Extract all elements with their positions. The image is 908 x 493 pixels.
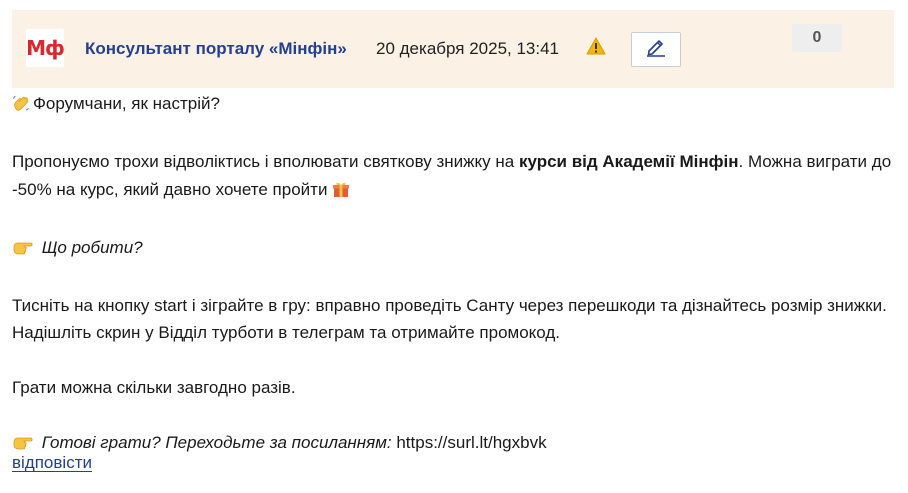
greeting-paragraph: Форумчани, як настрій?: [12, 90, 896, 121]
avatar[interactable]: Мф: [26, 29, 65, 67]
forum-post: Мф Консультант порталу «Мінфін» 20 декаб…: [0, 0, 908, 493]
waving-hand-icon: [12, 93, 30, 121]
reply-link[interactable]: відповісти: [12, 453, 92, 473]
what-to-do-paragraph: Що робити?: [12, 234, 896, 265]
greeting-text: Форумчани, як настрій?: [33, 94, 220, 113]
pencil-icon: [645, 37, 667, 62]
play-note-paragraph: Грати можна скільки завгодно разів.: [12, 378, 296, 397]
edit-button[interactable]: [631, 32, 681, 67]
offer-text-1: Пропонуємо трохи відволіктись і вполюват…: [12, 152, 519, 171]
offer-paragraph: Пропонуємо трохи відволіктись і вполюват…: [12, 148, 896, 206]
post-header: Мф Консультант порталу «Мінфін» 20 декаб…: [12, 10, 894, 88]
rating-badge[interactable]: 0: [792, 24, 842, 52]
ready-text: Готові грати? Переходьте за посиланням:: [41, 433, 392, 452]
what-to-do-text: Що робити?: [41, 237, 143, 257]
post-body: Форумчани, як настрій? Пропонуємо трохи …: [12, 90, 896, 460]
post-date: 20 декабря 2025, 13:41: [376, 39, 560, 58]
offer-courses-bold: курси від Академії Мінфін: [518, 152, 739, 171]
author-link[interactable]: Консультант порталу «Мінфін»: [85, 39, 347, 59]
instructions-paragraph: Тисніть на кнопку start і зіграйте в гру…: [12, 295, 887, 343]
ready-paragraph: Готові грати? Переходьте за посиланням: …: [12, 429, 896, 460]
pointing-hand-icon: [12, 237, 34, 265]
game-link-url[interactable]: https://surl.lt/hgxbvk: [396, 433, 546, 452]
warning-icon[interactable]: [586, 37, 606, 55]
gift-icon: [332, 179, 350, 207]
